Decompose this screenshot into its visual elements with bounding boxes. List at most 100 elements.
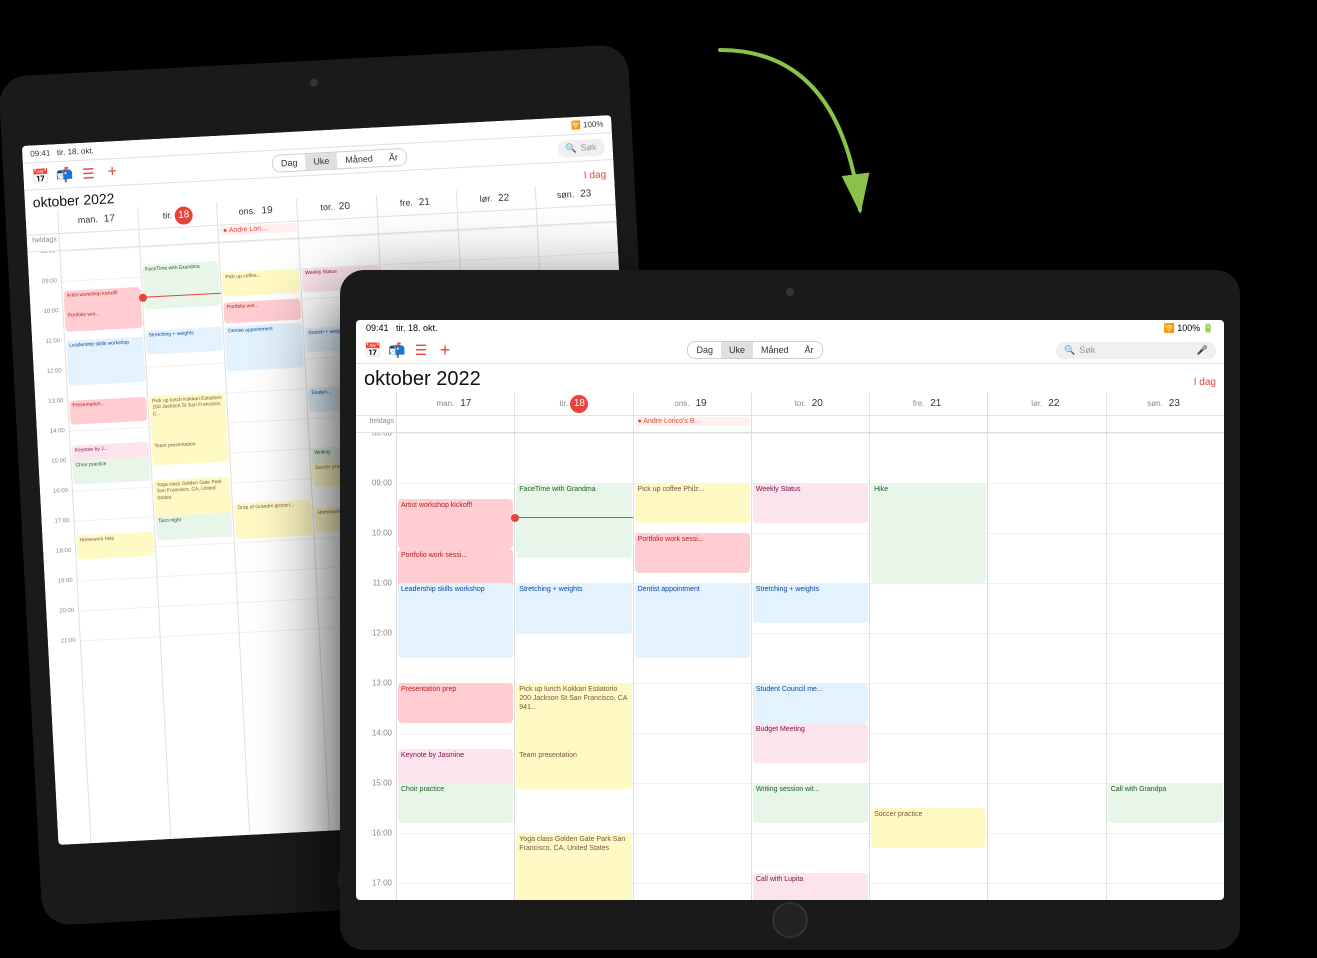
hour-line-1 <box>460 256 539 261</box>
inbox-icon-back[interactable]: 📬 <box>55 165 74 184</box>
hour-line-9 <box>870 883 987 884</box>
search-front[interactable]: 🔍 Søk 🎤 <box>1056 342 1216 359</box>
home-button-front[interactable] <box>772 902 808 938</box>
search-label-front: Søk <box>1079 345 1095 355</box>
event-7[interactable]: Stretching + weights <box>145 327 223 355</box>
event-19[interactable]: Call with Lupita <box>753 873 868 900</box>
cal-icon-back[interactable]: 📅 <box>31 167 50 186</box>
hour-line-5 <box>988 683 1105 684</box>
day-body-col-2: Pick up coffee Philz... Portfolio work se… <box>633 433 751 900</box>
hour-line-6 <box>870 733 987 734</box>
event-1[interactable]: Portfolio wor... <box>65 307 143 332</box>
event-13[interactable]: Dentist appointment <box>225 322 304 371</box>
today-btn-front[interactable]: I dag <box>1194 377 1216 388</box>
hour-line-6 <box>229 418 308 423</box>
hour-line-9 <box>634 883 751 884</box>
event-18[interactable]: Writing session wit... <box>753 783 868 823</box>
hour-line-0 <box>988 433 1105 434</box>
hour-line-8 <box>752 833 869 834</box>
search-icon-front: 🔍 <box>1064 345 1075 356</box>
hour-line-6 <box>634 733 751 734</box>
list-icon-back[interactable]: ☰ <box>79 164 98 183</box>
event-21[interactable]: Taco night <box>155 512 233 540</box>
view-switcher-front[interactable]: Dag Uke Måned År <box>687 341 822 359</box>
btn-dag-back[interactable]: Dag <box>273 154 306 172</box>
hour-line-4 <box>515 633 632 634</box>
btn-uke-back[interactable]: Uke <box>305 152 338 170</box>
hour-line-6 <box>70 427 149 432</box>
day-tue-front: tir. 18 <box>514 393 632 415</box>
view-switcher-back[interactable]: Dag Uke Måned År <box>271 148 407 173</box>
hour-line-0 <box>397 433 514 434</box>
hour-line-7 <box>988 783 1105 784</box>
event-20[interactable]: Drop of Grandm groceri... <box>234 499 312 539</box>
time-label-0900: 09:00 <box>372 479 392 488</box>
btn-maned-front[interactable]: Måned <box>753 342 797 358</box>
event-3[interactable]: Presentation... <box>69 397 147 425</box>
event-2[interactable]: Leadership skills workshop <box>398 583 513 658</box>
event-9[interactable]: Team presentation <box>151 437 229 465</box>
add-icon-back[interactable]: + <box>103 163 122 182</box>
event-6[interactable]: FaceTime with Grandma <box>142 261 221 310</box>
search-icon-back: 🔍 <box>565 142 577 154</box>
today-btn-back[interactable]: I dag <box>584 169 607 181</box>
mic-icon-front[interactable]: 🎤 <box>1197 345 1208 356</box>
btn-uke-front[interactable]: Uke <box>721 342 753 358</box>
day-sun-front: søn. 23 <box>1106 393 1224 415</box>
allday-event-back[interactable]: ● Andre Lori... <box>220 223 297 236</box>
time-label-2000: 20:00 <box>59 608 74 615</box>
inbox-icon-front[interactable]: 📬 <box>388 341 406 359</box>
event-6[interactable]: FaceTime with Grandma <box>516 483 631 558</box>
event-19[interactable]: Homework help <box>76 531 154 559</box>
allday-event-front[interactable]: ● Andre Lorico's B... <box>635 417 750 426</box>
event-20[interactable]: Hike <box>871 483 986 583</box>
btn-ar-back[interactable]: År <box>380 149 406 166</box>
event-16[interactable]: Student Council me... <box>753 683 868 723</box>
event-15[interactable]: Stretching + weights <box>753 583 868 623</box>
hour-line-1 <box>988 483 1105 484</box>
event-7[interactable]: Stretching + weights <box>516 583 631 633</box>
event-9[interactable]: Team presentation <box>516 749 631 789</box>
btn-dag-front[interactable]: Dag <box>688 342 721 358</box>
allday-sat-front <box>987 416 1105 432</box>
event-12[interactable]: Portfolio wor... <box>224 299 302 324</box>
list-icon-front[interactable]: ☰ <box>412 341 430 359</box>
event-14[interactable]: Weekly Status <box>753 483 868 523</box>
hour-line-11 <box>237 568 316 573</box>
event-22[interactable]: Call with Grandpa <box>1108 783 1223 823</box>
hour-line-1 <box>397 483 514 484</box>
month-title-back: oktober 2022 <box>32 190 114 210</box>
event-5[interactable]: Choir practice <box>72 457 150 485</box>
hour-line-11 <box>78 576 157 581</box>
hour-line-4 <box>988 633 1105 634</box>
event-21[interactable]: Soccer practice <box>871 808 986 848</box>
hour-line-5 <box>227 388 306 393</box>
add-icon-front[interactable]: + <box>436 341 454 359</box>
btn-maned-back[interactable]: Måned <box>337 150 381 168</box>
btn-ar-front[interactable]: År <box>797 342 822 358</box>
time-label-1800: 18:00 <box>56 548 71 555</box>
hour-line-6 <box>1107 733 1224 734</box>
hour-line-2 <box>988 533 1105 534</box>
time-label-0800: 08:00 <box>372 433 392 438</box>
event-3[interactable]: Presentation prep <box>398 683 513 723</box>
search-back[interactable]: 🔍 Søk <box>557 138 605 157</box>
allday-fri-front <box>869 416 987 432</box>
cal-icon-front[interactable]: 📅 <box>364 341 382 359</box>
event-10[interactable]: Yoga class Golden Gate Park San Francisc… <box>516 833 631 900</box>
hour-line-0 <box>634 433 751 434</box>
event-11[interactable]: Pick up coffee Philz... <box>635 483 750 523</box>
event-5[interactable]: Choir practice <box>398 783 513 823</box>
event-2[interactable]: Leadership skills workshop <box>66 337 145 386</box>
event-0[interactable]: Artist workshop kickoff! <box>398 499 513 549</box>
event-8[interactable]: Pick up lunch Kokkari Estiatorio 200 Jac… <box>516 683 631 758</box>
event-12[interactable]: Portfolio work sessi... <box>635 533 750 573</box>
event-17[interactable]: Budget Meeting <box>753 723 868 763</box>
hour-line-9 <box>988 883 1105 884</box>
event-13[interactable]: Dentist appointment <box>635 583 750 658</box>
event-8[interactable]: Pick up lunch Kokkari Estiatorio 200 Jac… <box>149 393 228 442</box>
allday-wed-front: ● Andre Lorico's B... <box>633 416 751 432</box>
event-11[interactable]: Pick up coffee... <box>222 269 300 297</box>
arrow <box>640 30 940 310</box>
hour-line-0 <box>515 433 632 434</box>
